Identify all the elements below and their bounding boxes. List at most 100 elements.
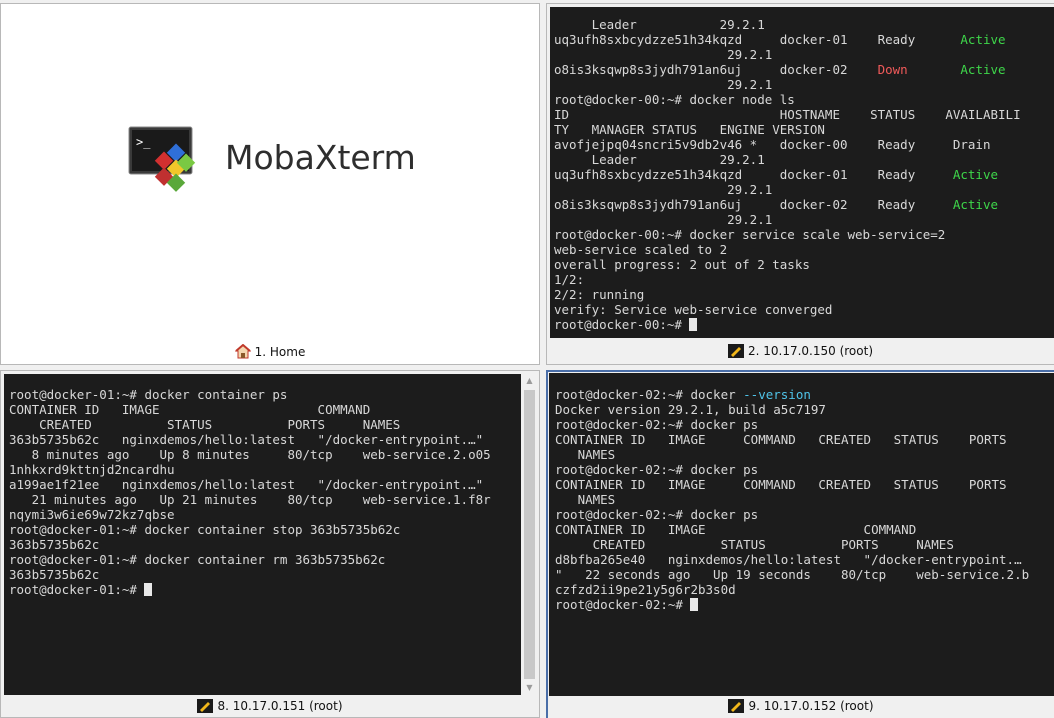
terminal-line: CONTAINER ID IMAGE COMMAND bbox=[555, 522, 1054, 537]
terminal-text: CREATED STATUS PORTS NAMES bbox=[555, 537, 954, 552]
terminal-line: root@docker-00:~# docker node ls bbox=[554, 92, 1054, 107]
terminal-text: uq3ufh8sxbcydzze51h34kqzd docker-01 Read… bbox=[554, 32, 961, 47]
tab-session-152-label: 9. 10.17.0.152 (root) bbox=[748, 699, 874, 713]
status-text-green: Active bbox=[952, 197, 999, 212]
terminal-line: 29.2.1 bbox=[554, 182, 1054, 197]
home-icon bbox=[234, 343, 251, 362]
terminal-line: o8is3ksqwp8s3jydh791an6uj docker-02 Down… bbox=[554, 62, 1054, 77]
terminal-text: CONTAINER ID IMAGE COMMAND CREATED STATU… bbox=[555, 477, 1007, 492]
home-pane[interactable]: >_ MobaXterm 1. Home bbox=[0, 3, 540, 365]
mobaxterm-logo-icon: >_ bbox=[128, 126, 196, 192]
terminal-line: 363b5735b62c bbox=[9, 567, 521, 582]
terminal-text: " 22 seconds ago Up 19 seconds 80/tcp we… bbox=[555, 567, 1030, 582]
terminal-text: NAMES bbox=[555, 447, 616, 462]
terminal-line: CONTAINER ID IMAGE COMMAND CREATED STATU… bbox=[555, 477, 1054, 492]
terminal-text: czfzd2ii9pe21y5g6r2b3s0d bbox=[555, 582, 736, 597]
terminal-text: d8bfba265e40 nginxdemos/hello:latest "/d… bbox=[555, 552, 1022, 567]
terminal-line: root@docker-01:~# docker container stop … bbox=[9, 522, 521, 537]
terminal-text: Leader 29.2.1 bbox=[554, 17, 765, 32]
scroll-up-arrow[interactable]: ▲ bbox=[522, 374, 537, 388]
terminal-text: CREATED STATUS PORTS NAMES bbox=[9, 417, 401, 432]
status-text-green: Active bbox=[960, 32, 1006, 47]
terminal-text: root@docker-01:~# docker container rm 36… bbox=[9, 552, 386, 567]
terminal-text: uq3ufh8sxbcydzze51h34kqzd docker-01 Read… bbox=[554, 167, 953, 182]
status-text-cyan: --version bbox=[743, 387, 811, 402]
terminal-text: root@docker-01:~# bbox=[9, 582, 145, 597]
terminal-text: root@docker-00:~# bbox=[554, 317, 690, 332]
terminal-line: a199ae1f21ee nginxdemos/hello:latest "/d… bbox=[9, 477, 521, 492]
terminal-line: TY MANAGER STATUS ENGINE VERSION bbox=[554, 122, 1054, 137]
terminal-line: czfzd2ii9pe21y5g6r2b3s0d bbox=[555, 582, 1054, 597]
terminal-text: 29.2.1 bbox=[554, 182, 773, 197]
terminal-line: d8bfba265e40 nginxdemos/hello:latest "/d… bbox=[555, 552, 1054, 567]
terminal-cursor bbox=[144, 583, 153, 596]
terminal-text: CONTAINER ID IMAGE COMMAND bbox=[555, 522, 917, 537]
terminal-text: 363b5735b62c nginxdemos/hello:latest "/d… bbox=[9, 432, 484, 447]
terminal-text: avofjejpq04sncri5v9db2v46 * docker-00 Re… bbox=[554, 137, 991, 152]
tab-home[interactable]: 1. Home bbox=[1, 343, 539, 362]
terminal-text: root@docker-01:~# docker container ps bbox=[9, 387, 288, 402]
terminal-text: 1nhkxrd9kttnjd2ncardhu bbox=[9, 462, 175, 477]
terminal-line: root@docker-00:~# docker service scale w… bbox=[554, 227, 1054, 242]
app-name: MobaXterm bbox=[225, 138, 416, 177]
terminal-line: NAMES bbox=[555, 492, 1054, 507]
terminal-line: CONTAINER ID IMAGE COMMAND bbox=[9, 402, 521, 417]
terminal-line: root@docker-01:~# docker container ps bbox=[9, 387, 521, 402]
terminal-text: 2/2: running bbox=[554, 287, 645, 302]
terminal-line: uq3ufh8sxbcydzze51h34kqzd docker-01 Read… bbox=[554, 32, 1054, 47]
session-icon bbox=[727, 344, 744, 361]
terminal-text: nqymi3w6ie69w72kz7qbse bbox=[9, 507, 175, 522]
terminal-text: ID HOSTNAME STATUS AVAILABILI bbox=[554, 107, 1021, 122]
mobaxterm-logo: >_ bbox=[128, 126, 198, 192]
terminal-line: 29.2.1 bbox=[554, 77, 1054, 92]
terminal-line: 8 minutes ago Up 8 minutes 80/tcp web-se… bbox=[9, 447, 521, 462]
terminal-text: verify: Service web-service converged bbox=[554, 302, 833, 317]
terminal-line: root@docker-02:~# bbox=[555, 597, 1054, 612]
terminal-line: 363b5735b62c nginxdemos/hello:latest "/d… bbox=[9, 432, 521, 447]
terminal-line: overall progress: 2 out of 2 tasks bbox=[554, 257, 1054, 272]
terminal-line: 29.2.1 bbox=[554, 212, 1054, 227]
terminal-line: root@docker-01:~# docker container rm 36… bbox=[9, 552, 521, 567]
session-icon bbox=[728, 699, 745, 716]
terminal-text: 21 minutes ago Up 21 minutes 80/tcp web-… bbox=[9, 492, 491, 507]
terminal-cursor bbox=[689, 318, 698, 331]
tab-session-152[interactable]: 9. 10.17.0.152 (root) bbox=[548, 699, 1054, 716]
terminal-text: Leader 29.2.1 bbox=[554, 152, 765, 167]
terminal-text: 29.2.1 bbox=[554, 47, 773, 62]
terminal-line: root@docker-02:~# docker ps bbox=[555, 417, 1054, 432]
scrollbar-151[interactable]: ▲ ▼ bbox=[522, 374, 537, 695]
terminal-line: root@docker-02:~# docker ps bbox=[555, 462, 1054, 477]
terminal-151[interactable]: root@docker-01:~# docker container ps CON… bbox=[4, 374, 521, 695]
terminal-line: ID HOSTNAME STATUS AVAILABILI bbox=[554, 107, 1054, 122]
terminal-152[interactable]: root@docker-02:~# docker --version Docker… bbox=[549, 373, 1054, 696]
terminal-line: CREATED STATUS PORTS NAMES bbox=[9, 417, 521, 432]
session-pane-151[interactable]: root@docker-01:~# docker container ps CON… bbox=[0, 370, 540, 718]
session-icon bbox=[197, 699, 214, 716]
scroll-down-arrow[interactable]: ▼ bbox=[522, 681, 537, 695]
terminal-cursor bbox=[690, 598, 699, 611]
terminal-line: root@docker-02:~# docker ps bbox=[555, 507, 1054, 522]
tab-session-150[interactable]: 2. 10.17.0.150 (root) bbox=[547, 344, 1054, 361]
svg-text:>_: >_ bbox=[136, 135, 151, 149]
terminal-line: root@docker-01:~# bbox=[9, 582, 521, 597]
terminal-text: 363b5735b62c bbox=[9, 537, 100, 552]
tab-session-151[interactable]: 8. 10.17.0.151 (root) bbox=[1, 699, 539, 716]
terminal-text: 1/2: bbox=[554, 272, 585, 287]
terminal-line: CREATED STATUS PORTS NAMES bbox=[555, 537, 1054, 552]
terminal-line: 1/2: bbox=[554, 272, 1054, 287]
tab-session-150-label: 2. 10.17.0.150 (root) bbox=[747, 344, 874, 358]
terminal-text: root@docker-02:~# docker bbox=[555, 387, 744, 402]
status-text-green: Active bbox=[952, 167, 999, 182]
scroll-thumb[interactable] bbox=[524, 390, 535, 679]
terminal-150[interactable]: Leader 29.2.1 uq3ufh8sxbcydzze51h34kqzd d… bbox=[550, 7, 1054, 338]
session-pane-150[interactable]: Leader 29.2.1 uq3ufh8sxbcydzze51h34kqzd d… bbox=[546, 3, 1054, 365]
terminal-line: web-service scaled to 2 bbox=[554, 242, 1054, 257]
terminal-line: root@docker-02:~# docker --version bbox=[555, 387, 1054, 402]
terminal-text: 29.2.1 bbox=[554, 77, 773, 92]
terminal-text: root@docker-02:~# docker ps bbox=[555, 507, 759, 522]
session-pane-152[interactable]: root@docker-02:~# docker --version Docker… bbox=[546, 370, 1054, 718]
terminal-text: NAMES bbox=[555, 492, 616, 507]
terminal-line: " 22 seconds ago Up 19 seconds 80/tcp we… bbox=[555, 567, 1054, 582]
terminal-text: web-service scaled to 2 bbox=[554, 242, 728, 257]
